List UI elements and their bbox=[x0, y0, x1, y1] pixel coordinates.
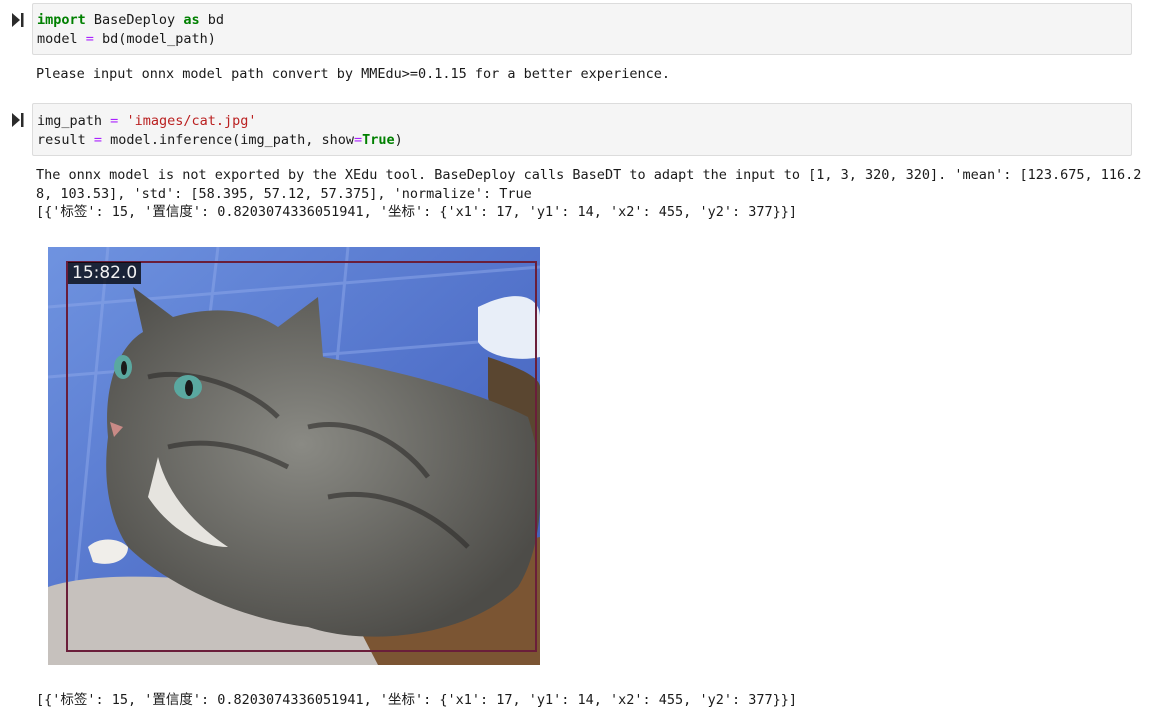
code-line: model = bd(model_path) bbox=[37, 30, 216, 48]
cell-result-text: [{'标签': 15, '置信度': 0.8203074336051941, '… bbox=[36, 692, 797, 708]
code-text: img_path bbox=[37, 113, 111, 129]
code-line: img_path = 'images/cat.jpg' bbox=[37, 112, 256, 130]
code-operator: = bbox=[93, 132, 103, 148]
code-keyword: as bbox=[183, 12, 200, 28]
cell-output-result: [{'标签': 15, '置信度': 0.8203074336051941, '… bbox=[36, 204, 797, 220]
cell-output-text: Please input onnx model path convert by … bbox=[36, 66, 670, 82]
code-text: model.inference(img_path, show bbox=[102, 132, 355, 148]
code-text: BaseDeploy bbox=[85, 12, 184, 28]
run-cell-icon[interactable] bbox=[12, 113, 24, 127]
code-text: result bbox=[37, 132, 94, 148]
detection-label: 15:82.0 bbox=[68, 262, 142, 284]
code-cell-2-input[interactable]: img_path = 'images/cat.jpg' result = mod… bbox=[32, 103, 1132, 156]
code-string: 'images/cat.jpg' bbox=[126, 113, 257, 129]
code-line: result = model.inference(img_path, show=… bbox=[37, 131, 403, 149]
code-keyword: import bbox=[37, 12, 86, 28]
code-operator: = bbox=[354, 132, 363, 148]
cell-output-text: The onnx model is not exported by the XE… bbox=[36, 167, 1142, 183]
code-text: bd bbox=[199, 12, 224, 28]
cell-output-text: 8, 103.53], 'std': [58.395, 57.12, 57.37… bbox=[36, 186, 532, 202]
code-line: import BaseDeploy as bd bbox=[37, 11, 224, 29]
run-cell-icon[interactable] bbox=[12, 13, 24, 27]
detection-bounding-box bbox=[66, 261, 537, 652]
code-keyword: True bbox=[362, 132, 395, 148]
code-text: model bbox=[37, 31, 86, 47]
code-cell-1-input[interactable]: import BaseDeploy as bd model = bd(model… bbox=[32, 3, 1132, 55]
detection-output-image: 15:82.0 bbox=[48, 247, 540, 665]
code-text: ) bbox=[394, 132, 403, 148]
code-operator: = bbox=[85, 31, 94, 47]
code-text: bd(model_path) bbox=[93, 31, 216, 47]
